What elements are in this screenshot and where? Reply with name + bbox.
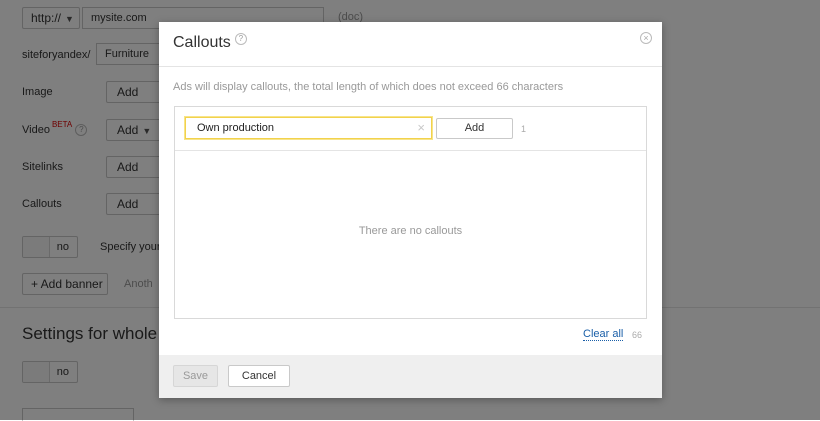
- add-callout-button[interactable]: Add: [436, 118, 513, 139]
- close-icon[interactable]: ×: [640, 32, 652, 44]
- callout-input-wrapper: ×: [185, 117, 432, 139]
- question-icon[interactable]: ?: [234, 32, 247, 45]
- clear-all-link[interactable]: Clear all: [583, 328, 624, 341]
- save-button[interactable]: Save: [173, 365, 218, 387]
- callouts-hint: Ads will display callouts, the total len…: [173, 81, 564, 93]
- dialog-header: Callouts? ×: [159, 22, 662, 67]
- callouts-panel: × Add 1 There are no callouts: [174, 106, 647, 319]
- clear-input-icon[interactable]: ×: [417, 120, 425, 136]
- dialog-title: Callouts?: [173, 32, 247, 52]
- callouts-dialog: Callouts? × Ads will display callouts, t…: [159, 22, 662, 398]
- callout-input[interactable]: [197, 119, 407, 137]
- cancel-button[interactable]: Cancel: [228, 365, 290, 387]
- callout-entry-row: × Add 1: [175, 107, 646, 151]
- total-count: 66: [632, 330, 643, 340]
- empty-state-text: There are no callouts: [358, 225, 463, 237]
- dialog-footer: Save Cancel: [159, 355, 662, 398]
- callout-counter: 1: [521, 124, 527, 134]
